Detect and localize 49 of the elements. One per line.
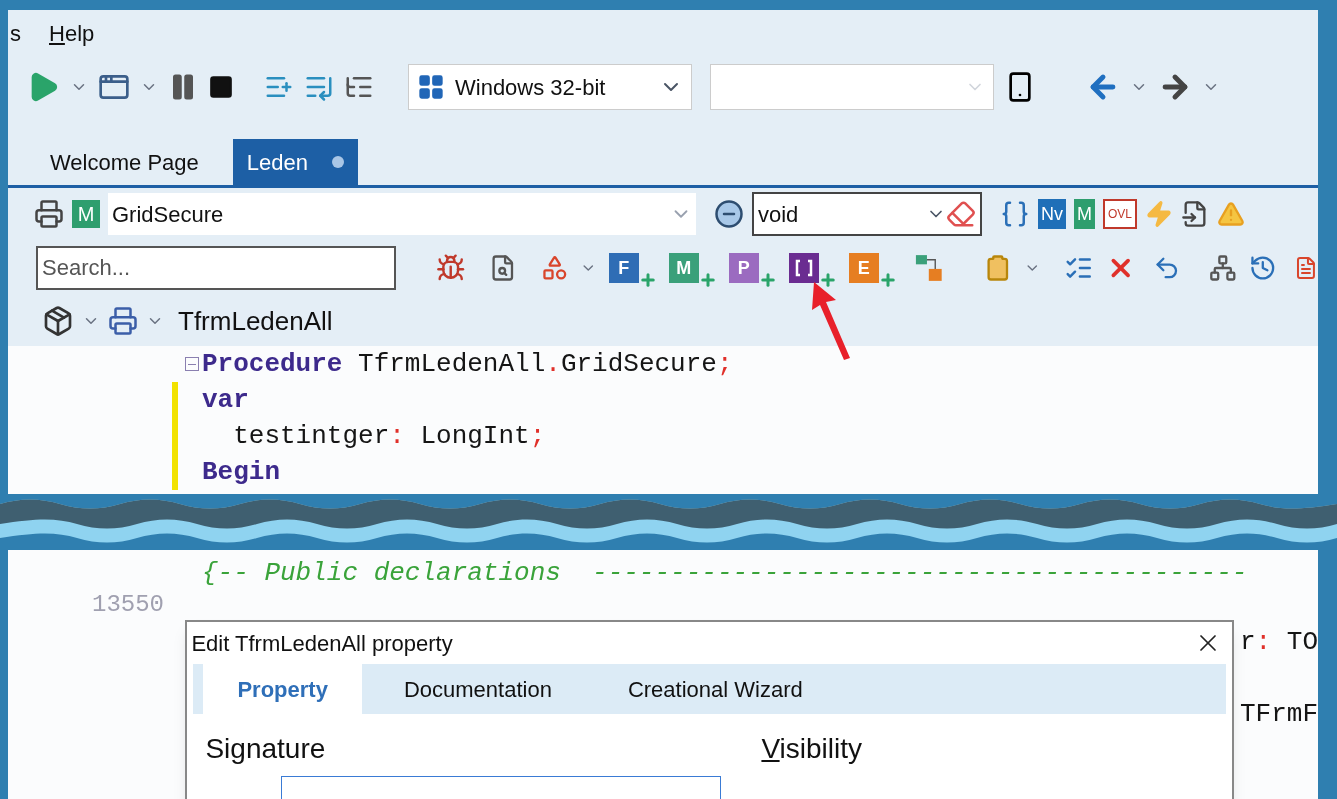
plus-icon [638, 271, 657, 289]
plus-icon [878, 271, 897, 289]
windows-icon [417, 73, 445, 101]
code-line: TFrmF [1239, 698, 1318, 731]
printer-icon[interactable] [108, 306, 138, 336]
minus-circle-icon[interactable] [714, 199, 744, 229]
code-line: var [202, 384, 249, 417]
section-heading: Signature [205, 732, 327, 766]
bracket-icon [793, 258, 814, 278]
code-line: Procedure TfrmLedenAll.GridSecure; [202, 348, 733, 381]
tree-icon[interactable] [1208, 253, 1237, 283]
braces-icon[interactable] [1000, 199, 1030, 229]
code-line: r: TO [1239, 626, 1318, 659]
class-name: TfrmLedenAll [178, 304, 333, 338]
method-dropdown[interactable]: GridSecure [108, 193, 696, 235]
line-number: 13550 [91, 590, 164, 620]
name-field[interactable] [281, 776, 722, 799]
plus-icon [818, 271, 837, 289]
editor-tab[interactable]: Leden [232, 139, 358, 185]
menu-item[interactable]: Help [49, 16, 95, 50]
member-badge[interactable]: Nv [1038, 199, 1066, 229]
code-line: testintger: LongInt; [232, 420, 546, 453]
platform-dropdown[interactable]: Windows 32-bit [408, 64, 692, 110]
section-heading: Visibility [761, 732, 863, 766]
plus-icon [758, 271, 777, 289]
package-icon[interactable] [42, 305, 74, 337]
method-to-event-icon[interactable] [914, 253, 943, 283]
editor-tab[interactable]: Welcome Page [36, 139, 213, 185]
dialog-tab[interactable]: Creational Wizard [593, 664, 837, 714]
dialog-title: Edit TfrmLedenAll property [191, 629, 453, 658]
printer-icon[interactable] [34, 199, 64, 229]
member-badge[interactable]: OVL [1103, 199, 1137, 229]
eraser-icon[interactable] [946, 199, 976, 229]
code-line: Begin [202, 456, 280, 489]
add-member-button[interactable] [788, 253, 819, 283]
dialog-tab[interactable]: Property [203, 664, 362, 714]
code-line: {-- Public declarations ------------------------------------------ [202, 557, 1248, 590]
plus-icon [698, 271, 717, 289]
dialog-tab[interactable]: Documentation [369, 664, 586, 714]
method-badge: M [72, 200, 100, 228]
type-dropdown[interactable]: void [752, 192, 982, 236]
add-member-button[interactable]: F [608, 253, 639, 283]
file-import-icon[interactable] [1181, 200, 1209, 228]
member-badge[interactable]: M [1074, 199, 1095, 229]
menu-item[interactable]: s [10, 16, 21, 50]
search-field[interactable]: Search... [36, 246, 396, 290]
stop-icon[interactable] [208, 74, 234, 100]
add-member-button[interactable]: P [728, 253, 759, 283]
fold-toggle-icon[interactable] [185, 357, 199, 371]
